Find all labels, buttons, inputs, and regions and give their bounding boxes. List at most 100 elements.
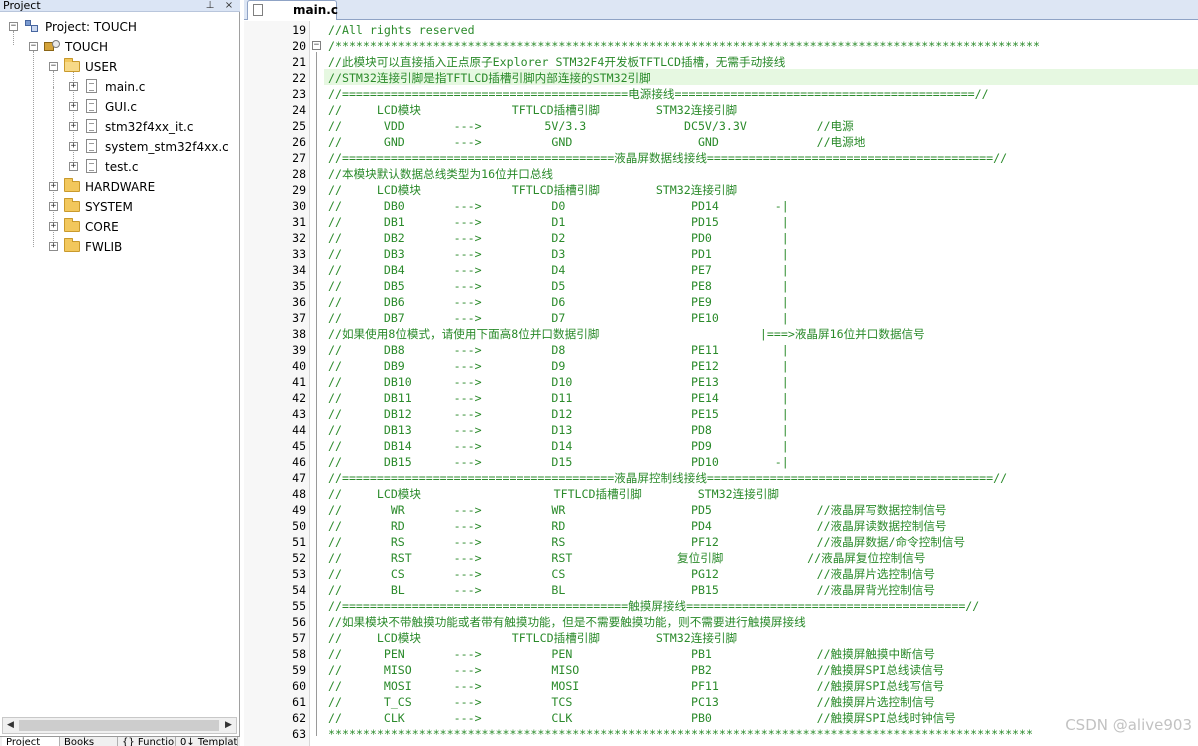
expand-toggle-icon[interactable]: + xyxy=(49,182,58,191)
expand-toggle-icon[interactable]: + xyxy=(69,142,78,151)
horizontal-scrollbar[interactable]: ◀ ▶ xyxy=(2,717,237,734)
code-line[interactable]: //======================================… xyxy=(328,86,989,102)
fold-margin: − xyxy=(310,21,324,746)
close-icon[interactable]: × xyxy=(222,0,236,12)
code-line[interactable]: // DB7 ---> D7 PE10 | xyxy=(328,310,789,326)
line-number: 21 xyxy=(292,55,306,69)
line-number: 60 xyxy=(292,679,306,693)
line-number: 42 xyxy=(292,391,306,405)
code-line[interactable]: // DB12 ---> D12 PE15 | xyxy=(328,406,789,422)
code-line[interactable]: // DB0 ---> D0 PD14 -| xyxy=(328,198,789,214)
scrollbar-thumb[interactable] xyxy=(19,720,219,731)
code-line[interactable]: // CLK ---> CLK PB0 //触摸屏SPI总线时钟信号 xyxy=(328,710,956,726)
tree-item-label: FWLIB xyxy=(85,240,123,254)
code-line[interactable]: // DB11 ---> D11 PE14 | xyxy=(328,390,789,406)
code-line[interactable]: // DB15 ---> D15 PD10 -| xyxy=(328,454,789,470)
code-line[interactable]: // DB9 ---> D9 PE12 | xyxy=(328,358,789,374)
tab-functions[interactable]: {} Functions xyxy=(118,737,176,746)
line-number: 30 xyxy=(292,199,306,213)
code-line[interactable]: //======================================… xyxy=(328,150,1007,166)
pin-icon[interactable]: ⊥ xyxy=(205,0,215,12)
code-line[interactable]: //======================================… xyxy=(328,470,1007,486)
line-number: 23 xyxy=(292,87,306,101)
code-line[interactable]: // LCD模块 TFTLCD插槽引脚 STM32连接引脚 xyxy=(328,630,737,646)
code-line[interactable]: //本模块默认数据总线类型为16位并口总线 xyxy=(328,166,553,182)
code-line[interactable]: // DB6 ---> D6 PE9 | xyxy=(328,294,789,310)
expand-toggle-icon[interactable]: + xyxy=(49,222,58,231)
code-line[interactable]: //STM32连接引脚是指TFTLCD插槽引脚内部连接的STM32引脚 xyxy=(328,70,651,86)
code-line[interactable]: // MISO ---> MISO PB2 //触摸屏SPI总线读信号 xyxy=(328,662,944,678)
code-line[interactable]: // DB4 ---> D4 PE7 | xyxy=(328,262,789,278)
code-line[interactable]: // BL ---> BL PB15 //液晶屏背光控制信号 xyxy=(328,582,935,598)
code-line[interactable]: // LCD模块 TFTLCD插槽引脚 STM32连接引脚 xyxy=(328,486,779,502)
tree-item-test-c[interactable]: + test.c xyxy=(0,157,238,177)
expand-toggle-icon[interactable]: + xyxy=(49,242,58,251)
code-line[interactable]: // LCD模块 TFTLCD插槽引脚 STM32连接引脚 xyxy=(328,182,737,198)
tree-item-stm32f4xx-it-c[interactable]: + stm32f4xx_it.c xyxy=(0,117,238,137)
code-line[interactable]: /***************************************… xyxy=(328,38,1040,54)
code-area[interactable]: //All rights reserved/******************… xyxy=(324,21,1198,746)
code-line[interactable]: // DB10 ---> D10 PE13 | xyxy=(328,374,789,390)
collapse-toggle-icon[interactable]: − xyxy=(9,22,18,31)
code-line[interactable]: // GND ---> GND GND //电源地 xyxy=(328,134,865,150)
code-line[interactable]: // RST ---> RST 复位引脚 //液晶屏复位控制信号 xyxy=(328,550,925,566)
code-line[interactable]: // LCD模块 TFTLCD插槽引脚 STM32连接引脚 xyxy=(328,102,737,118)
code-line[interactable]: // DB1 ---> D1 PD15 | xyxy=(328,214,789,230)
file-icon xyxy=(253,4,263,16)
line-number: 54 xyxy=(292,583,306,597)
code-line[interactable]: ****************************************… xyxy=(328,726,1033,742)
code-line[interactable]: // DB2 ---> D2 PD0 | xyxy=(328,230,789,246)
tab-main-c[interactable]: main.c xyxy=(247,0,338,20)
tree-item-fwlib[interactable]: + FWLIB xyxy=(0,237,238,257)
line-number: 63 xyxy=(292,727,306,741)
line-number: 52 xyxy=(292,551,306,565)
tree-item-system-stm32f4xx-c[interactable]: + system_stm32f4xx.c xyxy=(0,137,238,157)
project-tree: − Project: TOUCH − TOUCH − USER + main.c… xyxy=(0,17,238,717)
tab-templates[interactable]: 0↓ Templates xyxy=(176,737,238,746)
code-line[interactable]: //All rights reserved xyxy=(328,22,475,38)
tab-project[interactable]: Project xyxy=(2,737,60,746)
code-line[interactable]: //如果模块不带触摸功能或者带有触摸功能，但是不需要触摸功能，则不需要进行触摸屏… xyxy=(328,614,806,630)
collapse-toggle-icon[interactable]: − xyxy=(29,42,38,51)
code-line[interactable]: // DB14 ---> D14 PD9 | xyxy=(328,438,789,454)
code-line[interactable]: // DB3 ---> D3 PD1 | xyxy=(328,246,789,262)
code-line[interactable]: // RD ---> RD PD4 //液晶屏读数据控制信号 xyxy=(328,518,947,534)
scroll-left-icon[interactable]: ◀ xyxy=(3,718,18,733)
line-number: 40 xyxy=(292,359,306,373)
code-line[interactable]: // PEN ---> PEN PB1 //触摸屏触摸中断信号 xyxy=(328,646,935,662)
code-line[interactable]: //此模块可以直接插入正点原子Explorer STM32F4开发板TFTLCD… xyxy=(328,54,785,70)
line-number: 33 xyxy=(292,247,306,261)
tree-item-user[interactable]: − USER xyxy=(0,57,238,77)
code-line[interactable]: // RS ---> RS PF12 //液晶屏数据/命令控制信号 xyxy=(328,534,965,550)
tree-item-main-c[interactable]: + main.c xyxy=(0,77,238,97)
code-line[interactable]: // T_CS ---> TCS PC13 //触摸屏片选控制信号 xyxy=(328,694,935,710)
line-number: 58 xyxy=(292,647,306,661)
tree-item-gui-c[interactable]: + GUI.c xyxy=(0,97,238,117)
expand-toggle-icon[interactable]: + xyxy=(69,102,78,111)
expand-toggle-icon[interactable]: + xyxy=(69,82,78,91)
code-line[interactable]: // VDD ---> 5V/3.3 DC5V/3.3V //电源 xyxy=(328,118,854,134)
expand-toggle-icon[interactable]: + xyxy=(69,122,78,131)
code-line[interactable]: //======================================… xyxy=(328,598,979,614)
code-line[interactable]: // DB13 ---> D13 PD8 | xyxy=(328,422,789,438)
tree-item-system[interactable]: + SYSTEM xyxy=(0,197,238,217)
tree-item-core[interactable]: + CORE xyxy=(0,217,238,237)
code-line[interactable]: // MOSI ---> MOSI PF11 //触摸屏SPI总线写信号 xyxy=(328,678,944,694)
line-number: 57 xyxy=(292,631,306,645)
expand-toggle-icon[interactable]: + xyxy=(49,202,58,211)
line-number: 59 xyxy=(292,663,306,677)
tab-books[interactable]: Books xyxy=(60,737,118,746)
collapse-toggle-icon[interactable]: − xyxy=(49,62,58,71)
code-line[interactable]: //如果使用8位模式，请使用下面高8位并口数据引脚 |===>液晶屏16位并口数… xyxy=(328,326,925,342)
fold-toggle-icon[interactable]: − xyxy=(312,41,321,50)
code-line[interactable]: // DB8 ---> D8 PE11 | xyxy=(328,342,789,358)
line-number: 62 xyxy=(292,711,306,725)
tree-item-project[interactable]: − Project: TOUCH xyxy=(0,17,238,37)
scroll-right-icon[interactable]: ▶ xyxy=(221,718,236,733)
tree-item-hardware[interactable]: + HARDWARE xyxy=(0,177,238,197)
code-line[interactable]: // CS ---> CS PG12 //液晶屏片选控制信号 xyxy=(328,566,935,582)
expand-toggle-icon[interactable]: + xyxy=(69,162,78,171)
tree-item-target[interactable]: − TOUCH xyxy=(0,37,238,57)
code-line[interactable]: // DB5 ---> D5 PE8 | xyxy=(328,278,789,294)
code-line[interactable]: // WR ---> WR PD5 //液晶屏写数据控制信号 xyxy=(328,502,947,518)
